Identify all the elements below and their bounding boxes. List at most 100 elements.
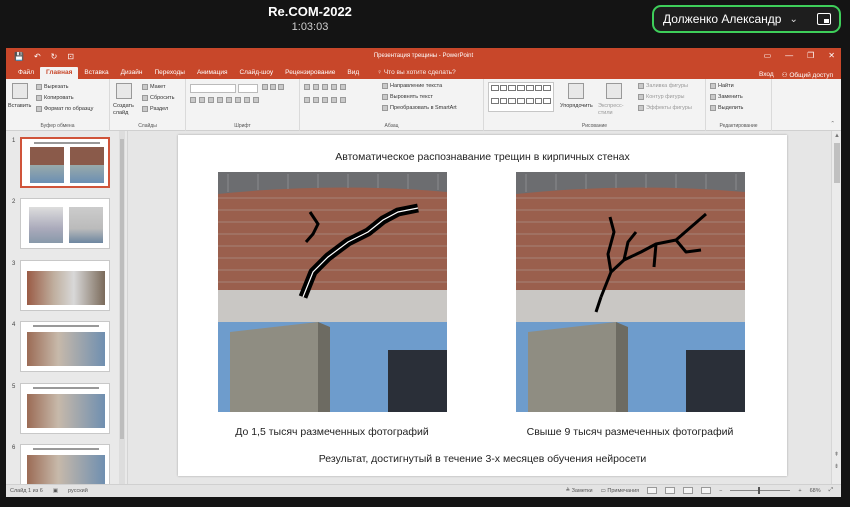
font-size-combo[interactable] [238, 84, 258, 93]
numbering-icon[interactable] [313, 84, 319, 90]
paste-button[interactable]: Вставить [8, 103, 31, 109]
quick-styles-button[interactable]: Экспресс-стили [598, 103, 632, 117]
font-color-icon[interactable] [253, 97, 259, 103]
slide-thumbnail[interactable]: 1 [6, 137, 126, 189]
format-painter-button[interactable]: Формат по образцу [36, 106, 93, 112]
align-center-icon[interactable] [313, 97, 319, 103]
slide-thumbnail[interactable]: 5 [6, 383, 126, 435]
scrollbar-thumb[interactable] [120, 139, 124, 439]
maximize-button[interactable]: ❐ [807, 51, 814, 60]
slide-thumbnail[interactable]: 4 [6, 321, 126, 373]
speaker-selector[interactable]: Долженко Александр ⌄ [652, 5, 841, 33]
italic-icon[interactable] [199, 97, 205, 103]
underline-icon[interactable] [208, 97, 214, 103]
align-text-button[interactable]: Выровнять текст [382, 94, 433, 100]
section-button[interactable]: Раздел [142, 106, 168, 112]
shape-fill-button[interactable]: Заливка фигуры [638, 83, 688, 89]
shape-effects-button[interactable]: Эффекты фигуры [638, 105, 692, 111]
arrange-button[interactable]: Упорядочить [560, 103, 593, 109]
shape-item[interactable] [491, 85, 499, 91]
shape-item[interactable] [534, 97, 543, 104]
reading-view-button[interactable] [683, 487, 694, 494]
thumbnails-scrollbar[interactable] [119, 131, 125, 484]
tab-transitions[interactable]: Переходы [148, 67, 191, 79]
collapse-ribbon-icon[interactable]: ⌃ [830, 121, 835, 127]
text-direction-button[interactable]: Направление текста [382, 83, 442, 89]
tab-view[interactable]: Вид [341, 67, 365, 79]
replace-button[interactable]: Заменить [710, 94, 743, 100]
indent-less-icon[interactable] [322, 84, 328, 90]
case-icon[interactable] [244, 97, 250, 103]
zoom-level[interactable]: 68% [810, 488, 821, 494]
shape-item[interactable] [525, 97, 534, 104]
columns-icon[interactable] [340, 97, 346, 103]
smartart-button[interactable]: Преобразовать в SmartArt [382, 105, 457, 111]
shape-item[interactable] [508, 97, 517, 104]
layout-switch-icon[interactable] [817, 13, 831, 25]
signin-link[interactable]: Вход [759, 71, 774, 79]
tell-me-box[interactable]: ♀ Что вы хотите сделать? [371, 67, 462, 79]
close-button[interactable]: ✕ [828, 51, 835, 60]
next-slide-icon[interactable]: ⇟ [834, 463, 839, 470]
spacing-icon[interactable] [235, 97, 241, 103]
slideshow-view-button[interactable] [701, 487, 712, 494]
slide-sorter-button[interactable] [665, 487, 676, 494]
prev-slide-icon[interactable]: ⇞ [834, 451, 839, 458]
bullets-icon[interactable] [304, 84, 310, 90]
tab-animations[interactable]: Анимация [191, 67, 234, 79]
indent-more-icon[interactable] [331, 84, 337, 90]
shape-item[interactable] [517, 97, 525, 104]
shape-item[interactable] [543, 97, 551, 104]
shape-item[interactable] [543, 85, 551, 91]
shape-item[interactable] [525, 85, 534, 91]
slide-scrollbar[interactable]: ▲ ⇞ ⇟ [831, 131, 841, 484]
find-button[interactable]: Найти [710, 83, 734, 89]
language-indicator[interactable]: русский [68, 488, 88, 494]
comments-button[interactable]: ▭ Примечания [601, 488, 640, 494]
slide-thumbnail[interactable]: 2 [6, 198, 126, 250]
normal-view-button[interactable] [647, 487, 658, 494]
cut-button[interactable]: Вырезать [36, 84, 68, 90]
tab-slideshow[interactable]: Слайд-шоу [233, 67, 279, 79]
align-left-icon[interactable] [304, 97, 310, 103]
select-button[interactable]: Выделить [710, 105, 743, 111]
line-spacing-icon[interactable] [340, 84, 346, 90]
slide-thumbnail[interactable]: 3 [6, 260, 126, 312]
shape-item[interactable] [491, 97, 499, 104]
shape-item[interactable] [508, 85, 517, 91]
font-name-combo[interactable] [190, 84, 236, 93]
zoom-in-button[interactable]: + [798, 488, 801, 494]
shape-item[interactable] [499, 85, 508, 91]
tab-home[interactable]: Главная [39, 67, 79, 79]
bold-icon[interactable] [190, 97, 196, 103]
tab-file[interactable]: Файл [12, 67, 40, 79]
reset-button[interactable]: Сбросить [142, 95, 174, 101]
notes-button[interactable]: ≜ Заметки [565, 488, 592, 494]
scroll-up-icon[interactable]: ▲ [834, 133, 840, 139]
layout-button[interactable]: Макет [142, 84, 166, 90]
zoom-out-button[interactable]: − [719, 488, 722, 494]
share-button[interactable]: ⚇ Общий доступ [782, 71, 833, 79]
tab-insert[interactable]: Вставка [78, 67, 114, 79]
fit-slide-icon[interactable]: ⤢ [829, 487, 833, 494]
align-buttons[interactable] [304, 97, 346, 103]
minimize-button[interactable]: — [785, 51, 793, 60]
slide-canvas[interactable]: Автоматическое распознавание трещин в ки… [178, 135, 787, 476]
align-right-icon[interactable] [322, 97, 328, 103]
list-buttons[interactable] [304, 84, 346, 90]
justify-icon[interactable] [331, 97, 337, 103]
copy-button[interactable]: Копировать [36, 95, 74, 101]
shape-item[interactable] [499, 97, 508, 104]
font-grow-buttons[interactable] [262, 84, 284, 90]
shadow-icon[interactable] [217, 97, 223, 103]
tab-design[interactable]: Дизайн [115, 67, 149, 79]
scrollbar-thumb[interactable] [834, 143, 840, 183]
zoom-slider[interactable] [730, 487, 791, 494]
shapes-gallery[interactable] [488, 82, 554, 112]
strikethrough-icon[interactable] [226, 97, 232, 103]
ribbon-options-button[interactable]: ▭ [764, 51, 772, 60]
spellcheck-icon[interactable]: ▣ [53, 488, 58, 494]
new-slide-button[interactable]: Создать слайд [113, 103, 139, 117]
shape-item[interactable] [517, 85, 525, 91]
shape-item[interactable] [534, 85, 543, 91]
